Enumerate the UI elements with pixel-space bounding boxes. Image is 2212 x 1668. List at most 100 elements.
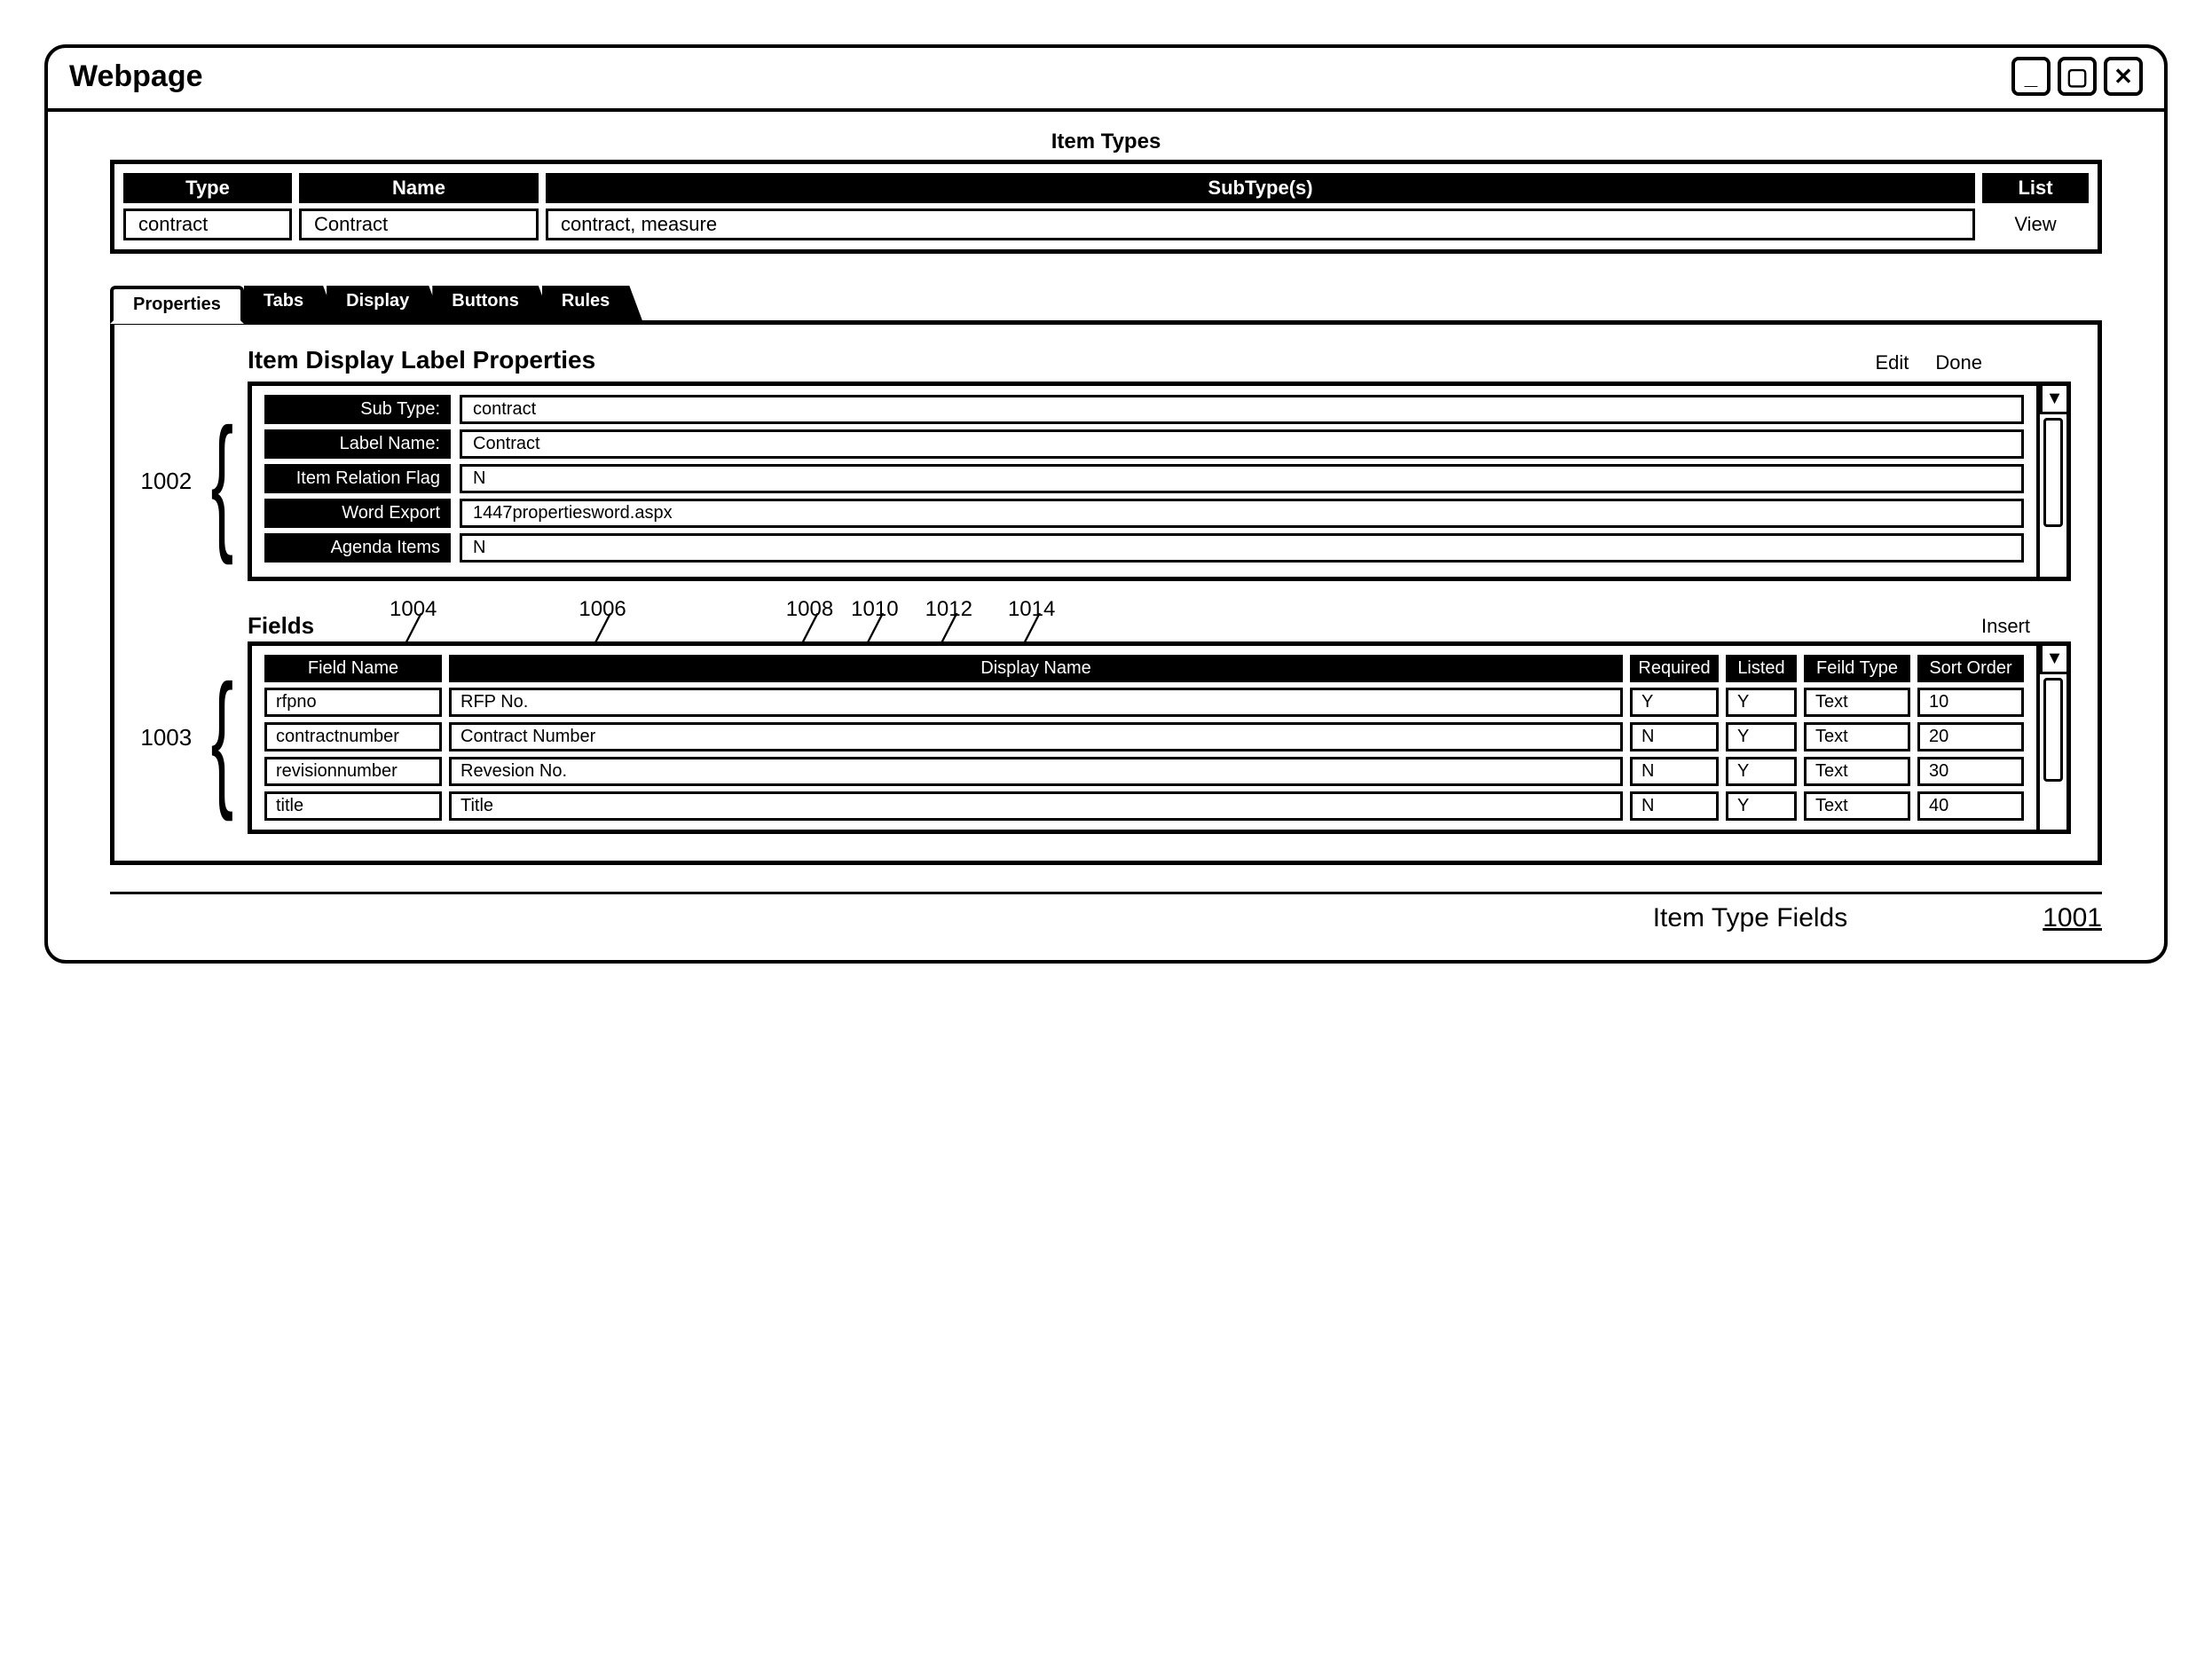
ref-1004: 1004╱ [390,597,437,638]
properties-block: 1002 { Sub Type: contract Label Name: Co… [141,382,2071,581]
item-types-header-row: Type Name SubType(s) List [123,173,2089,203]
prop-row-agenda: Agenda Items N [264,533,2024,563]
col-header-fieldtype: Feild Type [1804,655,1910,682]
minimize-icon: _ [2025,63,2037,90]
prop-value-labelname[interactable]: Contract [460,429,2024,459]
fields-scrollbar[interactable]: ▼ [2036,646,2066,830]
cell-listed[interactable]: Y [1726,757,1797,786]
col-header-name: Name [299,173,539,203]
cell-subtypes[interactable]: contract, measure [546,208,1975,240]
prop-row-wordexport: Word Export 1447propertiesword.aspx [264,499,2024,528]
prop-label: Item Relation Flag [264,464,451,493]
close-icon: ✕ [2114,63,2133,90]
maximize-button[interactable]: ▢ [2058,57,2097,96]
item-types-title: Item Types [110,130,2102,154]
properties-brace: 1002 { [141,382,248,581]
cell-displayname[interactable]: Contract Number [449,722,1623,751]
table-row: revisionnumber Revesion No. N Y Text 30 [264,757,2024,786]
col-header-list: List [1982,173,2089,203]
tabs-row: Properties Tabs Display Buttons Rules [110,286,2102,320]
scroll-thumb[interactable] [2043,418,2063,527]
tab-tabs[interactable]: Tabs [244,286,337,324]
cell-displayname[interactable]: Title [449,791,1623,821]
tab-buttons[interactable]: Buttons [432,286,553,324]
col-header-fieldname: Field Name [264,655,442,682]
cell-type[interactable]: contract [123,208,292,240]
table-row: contractnumber Contract Number N Y Text … [264,722,2024,751]
table-row: rfpno RFP No. Y Y Text 10 [264,688,2024,717]
callout-line-icon: ╱ [801,622,817,638]
done-link[interactable]: Done [1935,351,1982,374]
cell-fieldtype[interactable]: Text [1804,722,1910,751]
cell-fieldtype[interactable]: Text [1804,757,1910,786]
scroll-track[interactable] [2040,414,2066,577]
cell-listed[interactable]: Y [1726,791,1797,821]
figure-ref: 1001 [2043,903,2102,933]
column-annotations: Fields 1004╱ 1006╱ 1008╱ 1010╱ 1012╱ 101… [248,597,2071,638]
cell-fieldname[interactable]: rfpno [264,688,442,717]
cell-fieldtype[interactable]: Text [1804,688,1910,717]
col-header-sortorder: Sort Order [1917,655,2024,682]
ref-1010: 1010╱ [851,597,898,638]
fields-block: 1003 { Field Name Display Name Required … [141,641,2071,834]
cell-name[interactable]: Contract [299,208,539,240]
cell-listed[interactable]: Y [1726,722,1797,751]
properties-actions: Edit Done [1875,351,1982,374]
prop-label: Word Export [264,499,451,528]
cell-sortorder[interactable]: 20 [1917,722,2024,751]
cell-required[interactable]: N [1630,791,1719,821]
tab-display[interactable]: Display [327,286,443,324]
window-controls: _ ▢ ✕ [2011,57,2143,96]
close-button[interactable]: ✕ [2104,57,2143,96]
cell-required[interactable]: Y [1630,688,1719,717]
cell-required[interactable]: N [1630,722,1719,751]
cell-displayname[interactable]: RFP No. [449,688,1623,717]
prop-value-relationflag[interactable]: N [460,464,2024,493]
scroll-down-icon[interactable]: ▼ [2040,386,2066,414]
prop-row-subtype: Sub Type: contract [264,395,2024,424]
cell-required[interactable]: N [1630,757,1719,786]
col-header-required: Required [1630,655,1719,682]
cell-fieldname[interactable]: contractnumber [264,722,442,751]
item-types-row: contract Contract contract, measure View [123,208,2089,240]
insert-link[interactable]: Insert [1981,615,2030,638]
properties-heading: Item Display Label Properties [248,346,595,374]
tab-rules[interactable]: Rules [542,286,643,324]
fields-brace: 1003 { [141,641,248,834]
cell-fieldname[interactable]: revisionnumber [264,757,442,786]
window-title: Webpage [69,59,203,94]
callout-line-icon: ╱ [594,622,610,638]
col-header-displayname: Display Name [449,655,1623,682]
minimize-button[interactable]: _ [2011,57,2051,96]
footer-label: Item Type Fields [1653,903,1848,933]
properties-list: Sub Type: contract Label Name: Contract … [252,386,2036,577]
scroll-down-icon[interactable]: ▼ [2040,646,2066,674]
cell-sortorder[interactable]: 30 [1917,757,2024,786]
col-header-type: Type [123,173,292,203]
prop-row-labelname: Label Name: Contract [264,429,2024,459]
cell-sortorder[interactable]: 40 [1917,791,2024,821]
cell-fieldname[interactable]: title [264,791,442,821]
ref-1012: 1012╱ [925,597,972,638]
prop-label: Sub Type: [264,395,451,424]
prop-row-relationflag: Item Relation Flag N [264,464,2024,493]
cell-listed[interactable]: Y [1726,688,1797,717]
cell-fieldtype[interactable]: Text [1804,791,1910,821]
prop-value-wordexport[interactable]: 1447propertiesword.aspx [460,499,2024,528]
ref-1003: 1003 [140,724,192,751]
cell-sortorder[interactable]: 10 [1917,688,2024,717]
view-link[interactable]: View [1982,208,2089,240]
maximize-icon: ▢ [2066,63,2089,90]
prop-value-subtype[interactable]: contract [460,395,2024,424]
scroll-thumb[interactable] [2043,678,2063,782]
ref-1008: 1008╱ [786,597,833,638]
prop-label: Label Name: [264,429,451,459]
app-window: Webpage _ ▢ ✕ Item Types Type Name SubTy… [44,44,2168,964]
prop-value-agenda[interactable]: N [460,533,2024,563]
scroll-track[interactable] [2040,674,2066,830]
edit-link[interactable]: Edit [1875,351,1909,374]
properties-scrollbar[interactable]: ▼ [2036,386,2066,577]
cell-displayname[interactable]: Revesion No. [449,757,1623,786]
callout-line-icon: ╱ [941,622,956,638]
tab-properties[interactable]: Properties [110,286,244,324]
